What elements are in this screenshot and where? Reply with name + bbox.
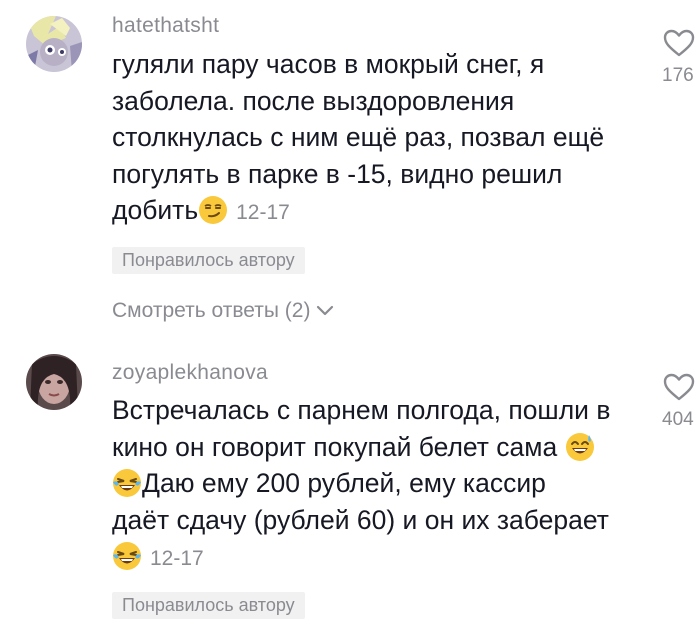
comment-text-fragment: кино он говорит покупай белет сама	[112, 431, 558, 462]
chevron-down-icon	[316, 299, 334, 323]
like-column[interactable]: 404	[662, 372, 700, 431]
comment-text-line: погулять в парке в -15, видно решил	[112, 158, 563, 189]
comment-text-line: 12-17	[112, 538, 642, 578]
laughing-crying-emoji-icon	[112, 468, 142, 498]
avatar[interactable]	[26, 16, 82, 72]
comment-text-line: заболела. после выздоровления	[112, 85, 515, 116]
liked-by-author-badge: Понравилось автору	[112, 592, 305, 619]
comment-date: 12-17	[150, 547, 204, 570]
smirk-emoji-icon	[198, 195, 228, 225]
laughing-crying-emoji-icon	[112, 541, 142, 571]
like-count: 404	[662, 409, 694, 430]
sweat-smile-emoji-icon	[565, 432, 595, 462]
comment-username[interactable]: zoyaplekhanova	[112, 361, 268, 385]
like-count: 176	[662, 65, 694, 86]
comment-text: Встречалась с парнем полгода, пошли в ки…	[112, 392, 642, 578]
liked-by-author-badge: Понравилось автору	[112, 247, 305, 274]
comment-date: 12-17	[236, 201, 290, 224]
view-replies-button[interactable]: Смотреть ответы (2)	[112, 299, 334, 323]
comment-text: гуляли пару часов в мокрый снег, я забол…	[112, 46, 642, 232]
comment-text-line: кино он говорит покупай белет сама	[112, 429, 642, 466]
comment-item: zoyaplekhanova Встречалась с парнем полг…	[0, 350, 700, 630]
heart-icon[interactable]	[662, 373, 696, 406]
comment-text-line: Встречалась с парнем полгода, пошли в	[112, 395, 611, 425]
comment-text-line: столкнулась с ним ещё раз, позвал ещё	[112, 122, 605, 152]
comment-username[interactable]: hatethatsht	[112, 14, 219, 38]
comment-text-fragment: Даю ему 200 рублей, ему кассир	[142, 468, 546, 498]
avatar[interactable]	[26, 354, 82, 410]
comment-item: hatethatsht гуляли пару часов в мокрый с…	[0, 0, 700, 340]
comment-text-line: Даю ему 200 рублей, ему кассир	[112, 465, 642, 502]
comment-text-line: добить 12-17	[112, 192, 642, 232]
comment-text-line: гуляли пару часов в мокрый снег, я	[112, 49, 545, 79]
view-replies-label: Смотреть ответы (2)	[112, 299, 311, 322]
heart-icon[interactable]	[662, 29, 696, 62]
comment-text-line: даёт сдачу (рублей 60) и он их заберает	[112, 504, 609, 535]
comment-text-fragment: добить	[112, 195, 199, 225]
like-column[interactable]: 176	[662, 28, 700, 87]
